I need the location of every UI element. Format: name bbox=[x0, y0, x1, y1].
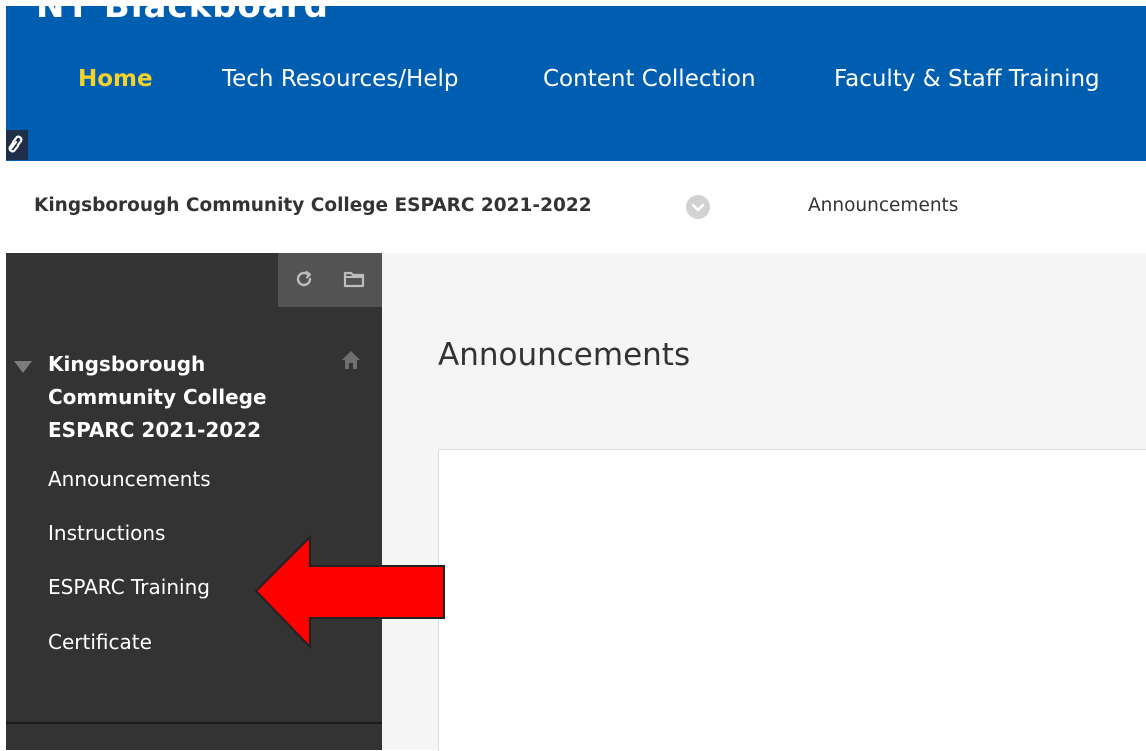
collapse-caret-icon[interactable] bbox=[14, 361, 32, 373]
breadcrumb-course-link[interactable]: Kingsborough Community College ESPARC 20… bbox=[34, 195, 592, 216]
link-icon[interactable] bbox=[6, 130, 28, 160]
course-menu-sidebar: Kingsborough Community College ESPARC 20… bbox=[6, 253, 382, 750]
nav-tab-content-collection[interactable]: Content Collection bbox=[543, 66, 756, 92]
breadcrumb-current-page: Announcements bbox=[808, 195, 959, 216]
home-icon[interactable] bbox=[340, 349, 362, 371]
sidebar-item-esparc-training[interactable]: ESPARC Training bbox=[48, 575, 210, 599]
breadcrumb: Kingsborough Community College ESPARC 20… bbox=[6, 161, 1146, 254]
nav-tab-tech-resources[interactable]: Tech Resources/Help bbox=[222, 66, 458, 92]
divider bbox=[6, 722, 382, 724]
announcements-panel bbox=[438, 449, 1146, 751]
main-content: Announcements bbox=[382, 253, 1146, 751]
nav-tab-home[interactable]: Home bbox=[78, 66, 153, 92]
refresh-icon[interactable] bbox=[292, 267, 316, 291]
folder-icon[interactable] bbox=[342, 267, 366, 291]
red-arrow-annotation bbox=[254, 534, 445, 650]
breadcrumb-menu-button[interactable] bbox=[686, 195, 710, 219]
sidebar-item-announcements[interactable]: Announcements bbox=[48, 467, 211, 491]
chevron-down-icon bbox=[691, 203, 705, 212]
sidebar-item-certificate[interactable]: Certificate bbox=[48, 630, 152, 654]
page-title: Announcements bbox=[438, 337, 691, 373]
sidebar-course-title[interactable]: Kingsborough Community College ESPARC 20… bbox=[48, 348, 298, 447]
sidebar-item-instructions[interactable]: Instructions bbox=[48, 521, 165, 545]
top-banner: NY Blackboard Home Tech Resources/Help C… bbox=[6, 6, 1146, 161]
nav-tab-faculty-training[interactable]: Faculty & Staff Training bbox=[834, 66, 1100, 92]
blackboard-logo[interactable]: NY Blackboard bbox=[36, 6, 329, 26]
sidebar-toolbar bbox=[278, 253, 382, 307]
